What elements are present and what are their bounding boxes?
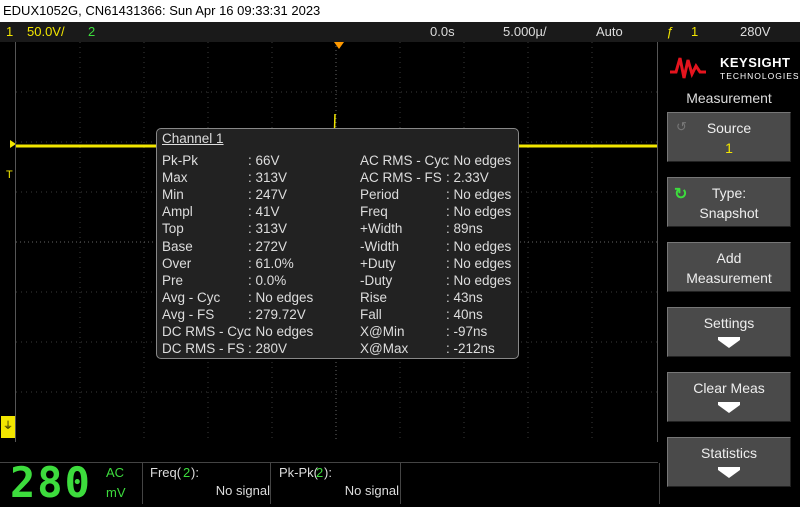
measurement-value: : No edges [248, 324, 314, 339]
dvm-unit: mV [106, 485, 126, 500]
keysight-logo: KEYSIGHT TECHNOLOGIES [668, 47, 799, 85]
measurement-name: Ampl [162, 204, 193, 220]
measurement-value: : No edges [248, 289, 314, 305]
measurement-value: : 89ns [446, 221, 483, 237]
measurement-name: Avg - FS [162, 306, 215, 322]
menu-title: Measurement [686, 90, 772, 106]
measurement-name: X@Min [360, 324, 405, 339]
settings-softkey[interactable]: Settings [667, 307, 791, 357]
statistics-softkey[interactable]: Statistics [667, 437, 791, 487]
measurement-value: : 0.0% [248, 272, 287, 288]
measurement-panel: Channel 1 Pk-Pk : 66V Max : 313V Min : 247V Am… [156, 128, 519, 359]
empty-meas-slot [400, 463, 660, 504]
measurement-name: Pre [162, 272, 184, 288]
measurement-name: Min [162, 187, 184, 203]
measurement-value: : 61.0% [248, 255, 294, 271]
measurement-value: : 247V [248, 187, 288, 203]
type-softkey[interactable]: ↻ Type: Snapshot [667, 177, 791, 227]
measurement-name: Over [162, 255, 192, 271]
measurement-name: Freq [360, 204, 388, 220]
channel-marker-strip: T [0, 42, 15, 442]
softkey-panel: KEYSIGHT TECHNOLOGIES Measurement ↺ Sour… [658, 42, 800, 503]
add-measurement-softkey[interactable]: Add Measurement [667, 242, 791, 292]
ch2-number[interactable]: 2 [88, 22, 95, 42]
measurement-name: Base [162, 238, 193, 254]
measurement-name: X@Max [360, 341, 409, 357]
measurement-panel-title: Channel 1 [162, 131, 224, 146]
measurement-value: : 43ns [446, 289, 483, 305]
pkpk-ch2-meas[interactable]: Pk-Pk( 2 ): No signal [270, 463, 401, 504]
measurement-value: : 279.72V [248, 306, 306, 322]
title-bar: EDUX1052G, CN61431366: Sun Apr 16 09:33:… [0, 0, 800, 22]
keysight-wave-icon [670, 57, 706, 79]
measurement-name: DC RMS - Cyc [162, 324, 251, 339]
measurement-value: : No edges [446, 153, 512, 168]
ch1-scale[interactable]: 50.0V/ [27, 22, 65, 42]
trigger-level[interactable]: 280V [740, 22, 770, 42]
measurement-value: : 40ns [446, 306, 483, 322]
measurement-value: : 41V [248, 204, 280, 220]
dvm-readout: 280 [10, 458, 92, 507]
time-offset[interactable]: 0.0s [430, 22, 455, 42]
measurement-name: AC RMS - FS [360, 170, 442, 186]
measurement-name: Pk-Pk [162, 153, 199, 168]
ground-marker-icon[interactable]: ⏚ [1, 416, 15, 438]
measurement-value: : 313V [248, 221, 288, 237]
measurement-name: Rise [360, 289, 388, 305]
measurement-name: Fall [360, 306, 382, 322]
measurement-name: Top [162, 221, 184, 237]
measurement-name: -Duty [360, 272, 393, 288]
measurement-value: : No edges [446, 272, 512, 288]
trigger-mode[interactable]: Auto [596, 22, 623, 42]
measurement-value: : No edges [446, 187, 512, 203]
ch1-number[interactable]: 1 [6, 22, 13, 42]
measurement-name: AC RMS - Cyc [360, 153, 448, 168]
measurement-value: : -97ns [446, 324, 488, 339]
measurement-name: DC RMS - FS [162, 341, 245, 357]
measurement-value: : 280V [248, 341, 288, 357]
freq-ch2-meas[interactable]: Freq( 2 ): No signal [142, 463, 271, 504]
measurement-value: : -212ns [446, 341, 495, 357]
trigger-level-marker: T [6, 169, 13, 181]
dvm-coupling: AC [106, 465, 125, 480]
bottom-readout-bar: 280 AC mV Freq( 2 ): No signal Pk-Pk( 2 … [0, 458, 660, 507]
measurement-value: : No edges [446, 204, 512, 220]
measurement-value: : 272V [248, 238, 288, 254]
measurement-name: Avg - Cyc [162, 289, 221, 305]
trigger-source[interactable]: 1 [691, 22, 698, 42]
trigger-edge-icon: ƒ [666, 24, 674, 39]
status-bar: 1 50.0V/ 2 0.0s 5.000µ/ Auto ƒ 1 280V [0, 22, 800, 42]
measurement-value: : 66V [248, 153, 280, 168]
measurement-name: Max [162, 170, 188, 186]
measurement-name: -Width [360, 238, 400, 254]
measurement-name: +Duty [360, 255, 396, 271]
measurement-name: Period [360, 187, 400, 203]
measurement-value: : 2.33V [446, 170, 489, 186]
measurement-value: : 313V [248, 170, 288, 186]
timebase[interactable]: 5.000µ/ [503, 22, 547, 42]
measurement-value: : No edges [446, 238, 512, 254]
measurement-value: : No edges [446, 255, 512, 271]
measurement-name: +Width [360, 221, 403, 237]
clear-meas-softkey[interactable]: Clear Meas [667, 372, 791, 422]
trigger-position-marker-icon [334, 42, 344, 49]
source-softkey[interactable]: ↺ Source 1 [667, 112, 791, 162]
